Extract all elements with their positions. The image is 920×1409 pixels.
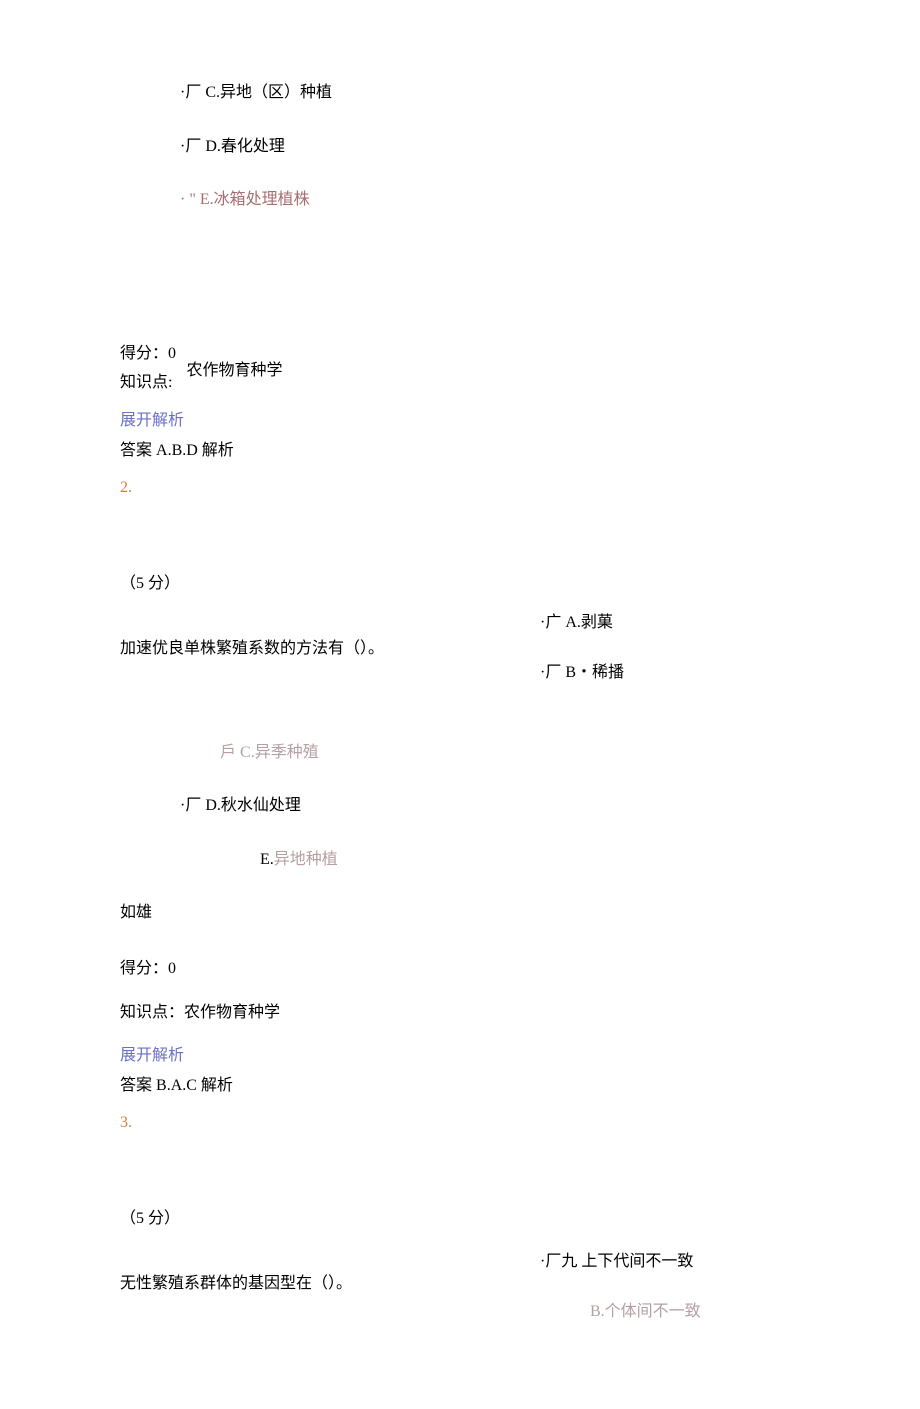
q3-points: （5 分） <box>120 1206 800 1232</box>
answer-label: 答案 <box>120 1077 152 1094</box>
option-text: 冰箱处理植株 <box>214 191 310 208</box>
option-text: 秋水仙处理 <box>221 797 301 814</box>
option-letter: B <box>565 664 576 681</box>
option-prefix: ·厂 <box>540 664 561 681</box>
q2-option-b: ·厂B・稀播 <box>540 660 800 686</box>
score-value: 0 <box>168 960 176 977</box>
option-text: 个体间不一致 <box>605 1303 701 1320</box>
option-text: 异地种植 <box>274 851 338 868</box>
knowledge-value: 农作物育种学 <box>186 358 282 384</box>
q1-option-d: ·厂D.春化处理 <box>180 134 800 160</box>
q2-tail-text: 如雄 <box>120 900 800 926</box>
option-dot: ・ <box>576 664 592 681</box>
option-letter: A. <box>565 614 581 631</box>
score-label: 得分： <box>120 960 168 977</box>
option-prefix: ·广 <box>540 614 561 631</box>
knowledge-label: 知识点: <box>120 370 172 396</box>
points-text: （5 分） <box>120 575 180 592</box>
option-letter: C. <box>240 744 255 761</box>
option-letter: D. <box>205 138 221 155</box>
option-text: 异季种殖 <box>255 744 319 761</box>
knowledge-label: 知识点： <box>120 1004 184 1021</box>
q2-knowledge: 知识点：农作物育种学 <box>120 1000 800 1026</box>
q2-option-e: E.异地种植 <box>260 847 800 873</box>
q3-stem: 无性繁殖系群体的基因型在（）。 <box>120 1271 540 1297</box>
q3-side-options: ·厂九上下代间不一致 B.个体间不一致 <box>540 1271 800 1348</box>
option-text: 异地（区）种植 <box>220 84 332 101</box>
option-text: 剥菓 <box>581 614 613 631</box>
q3-number: 3. <box>120 1110 800 1136</box>
q1-option-e: · "E.冰箱处理植株 <box>180 187 800 213</box>
q2-row: 加速优良单株繁殖系数的方法有（）。 ·广A.剥菓 ·厂B・稀播 <box>120 636 800 709</box>
option-prefix: ·厂 <box>180 138 201 155</box>
points-text: （5 分） <box>120 1210 180 1227</box>
q2-side-options: ·广A.剥菓 ·厂B・稀播 <box>540 636 800 709</box>
option-prefix: ·厂 <box>180 84 201 101</box>
option-prefix: 戶 <box>220 744 236 761</box>
answer-value: B.A.C <box>156 1077 197 1094</box>
option-prefix: · " <box>180 191 196 208</box>
score-value: 0 <box>168 345 176 362</box>
q3-option-a: ·厂九上下代间不一致 <box>540 1249 800 1275</box>
option-prefix: ·厂 <box>180 797 201 814</box>
knowledge-value: 农作物育种学 <box>184 1004 280 1021</box>
option-text: 稀播 <box>592 664 624 681</box>
q1-expand-analysis[interactable]: 展开解析 <box>120 408 800 434</box>
answer-label: 答案 <box>120 442 152 459</box>
option-letter: C. <box>205 84 220 101</box>
q1-knowledge: 知识点: 农作物育种学 <box>120 370 800 396</box>
analysis-label: 解析 <box>201 1077 233 1094</box>
q3-row: 无性繁殖系群体的基因型在（）。 ·厂九上下代间不一致 B.个体间不一致 <box>120 1271 800 1348</box>
q2-option-d: ·厂D.秋水仙处理 <box>180 793 800 819</box>
q2-option-c: 戶 C.异季种殖 <box>220 740 800 766</box>
score-label: 得分： <box>120 345 168 362</box>
option-letter: E. <box>260 851 274 868</box>
q2-expand-analysis[interactable]: 展开解析 <box>120 1043 800 1069</box>
option-text: 上下代间不一致 <box>581 1253 693 1270</box>
analysis-label: 解析 <box>202 442 234 459</box>
option-letter: B. <box>590 1303 605 1320</box>
q2-option-a: ·广A.剥菓 <box>540 610 800 636</box>
answer-value: A.B.D <box>156 442 198 459</box>
option-letter: E. <box>200 191 214 208</box>
q2-answer: 答案 B.A.C 解析 <box>120 1073 800 1099</box>
q1-answer: 答案 A.B.D 解析 <box>120 438 800 464</box>
option-prefix: ·厂九 <box>540 1253 577 1270</box>
q2-score: 得分：0 <box>120 956 800 982</box>
option-letter: D. <box>205 797 221 814</box>
q2-points: （5 分） <box>120 571 800 597</box>
option-text: 春化处理 <box>221 138 285 155</box>
q2-stem: 加速优良单株繁殖系数的方法有（）。 <box>120 636 540 662</box>
q1-option-c: ·厂C.异地（区）种植 <box>180 80 800 106</box>
q2-number: 2. <box>120 475 800 501</box>
q3-option-b: B.个体间不一致 <box>590 1299 800 1325</box>
